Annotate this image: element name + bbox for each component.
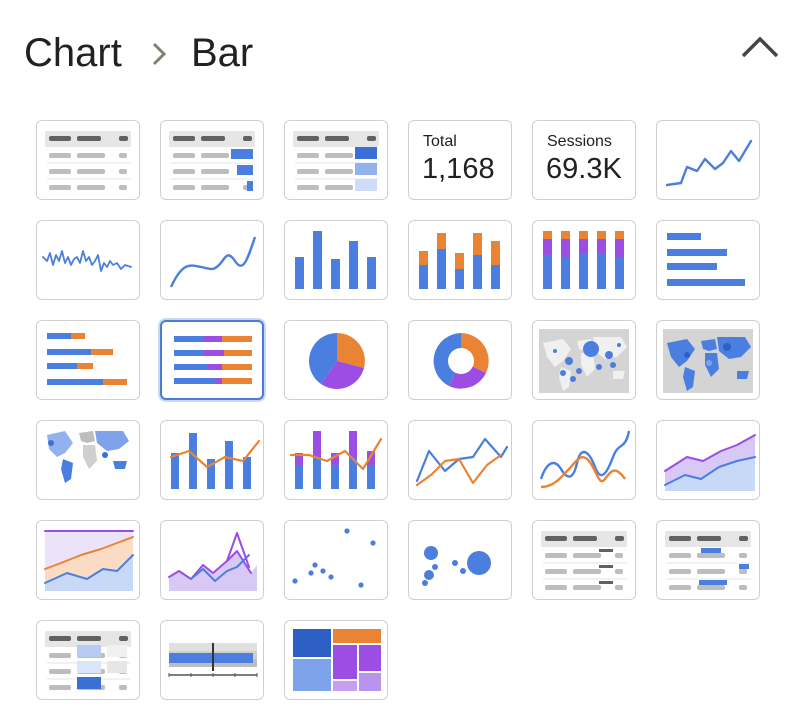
100-stacked-column-icon bbox=[543, 231, 624, 289]
bubble-icon bbox=[422, 546, 491, 586]
stacked-bar-icon bbox=[47, 333, 127, 385]
pivot-table-bar-icon bbox=[665, 531, 751, 590]
chevron-right-icon bbox=[152, 42, 167, 66]
chart-type-100-stacked-bar[interactable] bbox=[160, 320, 264, 400]
chart-type-table[interactable] bbox=[36, 120, 140, 200]
chart-type-bubble[interactable] bbox=[408, 520, 512, 600]
chart-type-table-bar[interactable] bbox=[160, 120, 264, 200]
chart-type-combo-column-line[interactable] bbox=[160, 420, 264, 500]
chart-type-stacked-bar[interactable] bbox=[36, 320, 140, 400]
pivot-table-heatmap-icon bbox=[45, 631, 131, 690]
filled-map-icon bbox=[663, 329, 753, 393]
100-stacked-bar-icon bbox=[174, 336, 252, 384]
chart-type-100-area[interactable] bbox=[160, 520, 264, 600]
line-icon bbox=[415, 437, 509, 487]
column-icon bbox=[295, 231, 376, 289]
breadcrumb-parent[interactable]: Chart bbox=[24, 30, 122, 76]
chart-type-pivot-table[interactable] bbox=[532, 520, 636, 600]
scorecard-label: Sessions bbox=[547, 133, 612, 150]
stacked-combo-icon bbox=[289, 431, 383, 489]
chart-type-smooth-line-multi[interactable] bbox=[532, 420, 636, 500]
chart-type-horizontal-bar[interactable] bbox=[656, 220, 760, 300]
chart-type-smooth-line[interactable] bbox=[160, 220, 264, 300]
bullet-icon bbox=[168, 643, 258, 677]
chart-type-header: Chart Bar bbox=[0, 0, 790, 100]
chart-type-table-heatmap[interactable] bbox=[284, 120, 388, 200]
scatter-icon bbox=[292, 528, 376, 588]
time-series-icon bbox=[42, 250, 132, 272]
combo-column-line-icon bbox=[169, 433, 261, 489]
sparkline-icon bbox=[665, 139, 753, 187]
pivot-table-icon bbox=[541, 531, 627, 590]
chart-type-donut[interactable] bbox=[408, 320, 512, 400]
table-heatmap-icon bbox=[293, 131, 379, 191]
chart-type-stacked-combo[interactable] bbox=[284, 420, 388, 500]
scorecard-value: 1,168 bbox=[422, 153, 495, 185]
chart-type-filled-map[interactable] bbox=[656, 320, 760, 400]
chart-type-sparkline[interactable] bbox=[656, 120, 760, 200]
chart-type-scorecard-sessions[interactable]: Sessions 69.3K bbox=[532, 120, 636, 200]
chart-type-column[interactable] bbox=[284, 220, 388, 300]
table-icon bbox=[45, 131, 131, 190]
breadcrumb-current: Bar bbox=[191, 31, 254, 75]
chevron-up-icon[interactable] bbox=[738, 30, 782, 64]
chart-type-pivot-table-bar[interactable] bbox=[656, 520, 760, 600]
chart-type-stacked-area[interactable] bbox=[36, 520, 140, 600]
smooth-line-icon bbox=[169, 236, 257, 288]
treemap-icon bbox=[293, 629, 381, 691]
donut-icon bbox=[433, 333, 489, 389]
chart-type-geo-map[interactable] bbox=[36, 420, 140, 500]
chart-type-time-series[interactable] bbox=[36, 220, 140, 300]
pie-icon bbox=[308, 333, 365, 389]
smooth-line-multi-icon bbox=[539, 430, 631, 489]
horizontal-bar-icon bbox=[667, 233, 745, 286]
stacked-column-icon bbox=[419, 233, 500, 289]
geo-map-icon bbox=[47, 431, 129, 483]
table-bar-icon bbox=[169, 131, 255, 191]
chart-type-treemap[interactable] bbox=[284, 620, 388, 700]
area-icon bbox=[664, 434, 756, 491]
chart-type-pie[interactable] bbox=[284, 320, 388, 400]
chart-type-stacked-column[interactable] bbox=[408, 220, 512, 300]
chart-type-100-stacked-column[interactable] bbox=[532, 220, 636, 300]
chart-type-pivot-table-heatmap[interactable] bbox=[36, 620, 140, 700]
scorecard-value: 69.3K bbox=[546, 153, 622, 185]
chart-type-bubble-map[interactable] bbox=[532, 320, 636, 400]
chart-type-scatter[interactable] bbox=[284, 520, 388, 600]
chart-type-bullet[interactable] bbox=[160, 620, 264, 700]
100-area-icon bbox=[168, 532, 257, 591]
scorecard-label: Total bbox=[423, 133, 457, 150]
chart-type-area[interactable] bbox=[656, 420, 760, 500]
stacked-area-icon bbox=[44, 530, 134, 591]
bubble-map-icon bbox=[539, 329, 629, 393]
chart-type-line[interactable] bbox=[408, 420, 512, 500]
chart-type-scorecard-total[interactable]: Total 1,168 bbox=[408, 120, 512, 200]
